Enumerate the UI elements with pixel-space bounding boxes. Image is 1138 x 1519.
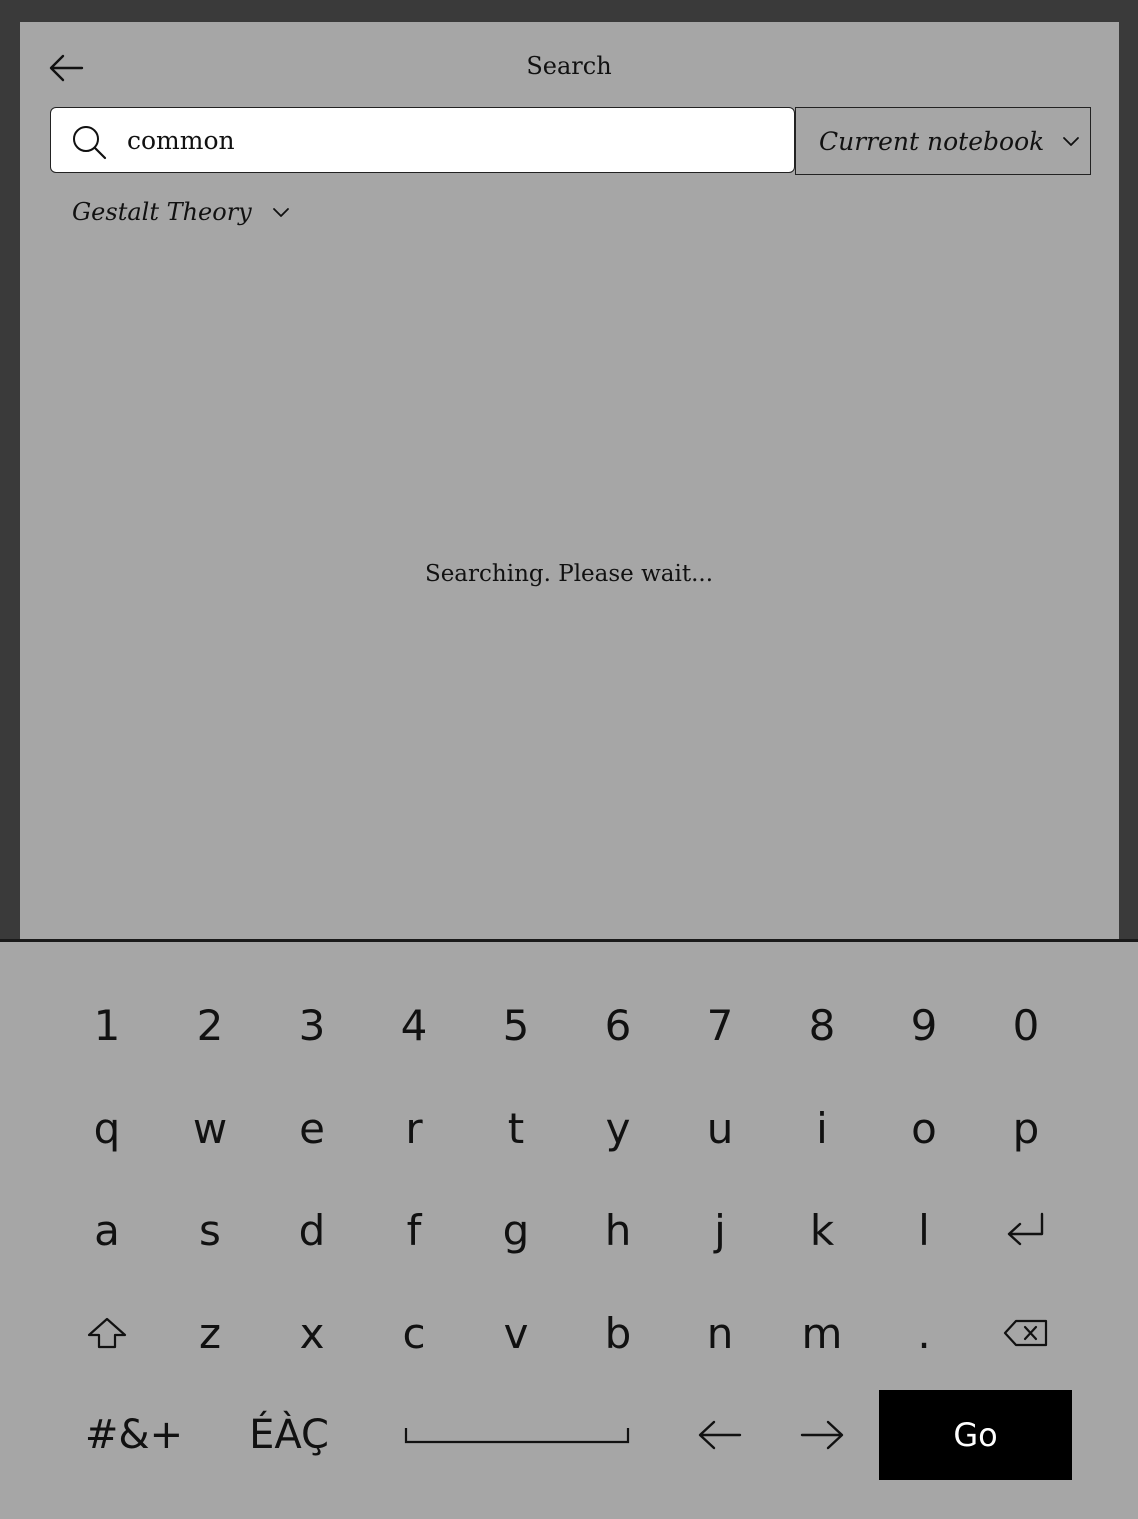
cursor-left-key[interactable] (680, 1395, 760, 1475)
key-z[interactable]: z (170, 1293, 250, 1373)
page-title: Search (526, 52, 612, 80)
key-w[interactable]: w (170, 1088, 250, 1168)
cursor-left-icon (698, 1420, 742, 1450)
accents-key[interactable]: ÉÀÇ (236, 1395, 342, 1475)
search-scope-dropdown[interactable]: Current notebook (795, 107, 1091, 175)
key-p[interactable]: p (986, 1088, 1066, 1168)
key-q[interactable]: q (67, 1088, 147, 1168)
backspace-key[interactable] (986, 1293, 1066, 1373)
key-e[interactable]: e (272, 1088, 352, 1168)
key-k[interactable]: k (782, 1190, 862, 1270)
search-status-message: Searching. Please wait... (424, 561, 714, 587)
notebook-filter-dropdown[interactable]: Gestalt Theory (72, 198, 292, 226)
key-v[interactable]: v (476, 1293, 556, 1373)
device-screen: Search Current notebook Gestalt Theory S… (0, 0, 1138, 1519)
key-a[interactable]: a (67, 1190, 147, 1270)
cursor-right-key[interactable] (782, 1395, 862, 1475)
key-s[interactable]: s (170, 1190, 250, 1270)
shift-key[interactable] (67, 1293, 147, 1373)
key-6[interactable]: 6 (578, 985, 658, 1065)
frame-border-top (0, 0, 1138, 22)
backspace-icon (1003, 1319, 1048, 1347)
key-0[interactable]: 0 (986, 985, 1066, 1065)
key-y[interactable]: y (578, 1088, 658, 1168)
key-8[interactable]: 8 (782, 985, 862, 1065)
key-4[interactable]: 4 (374, 985, 454, 1065)
search-input[interactable] (127, 120, 767, 160)
key-1[interactable]: 1 (67, 985, 147, 1065)
key-period[interactable]: . (884, 1293, 964, 1373)
key-j[interactable]: j (680, 1190, 760, 1270)
key-l[interactable]: l (884, 1190, 964, 1270)
key-2[interactable]: 2 (170, 985, 250, 1065)
key-u[interactable]: u (680, 1088, 760, 1168)
key-b[interactable]: b (578, 1293, 658, 1373)
key-h[interactable]: h (578, 1190, 658, 1270)
frame-border-right (1119, 0, 1138, 942)
symbols-key[interactable]: #&+ (84, 1395, 184, 1475)
key-3[interactable]: 3 (272, 985, 352, 1065)
chevron-down-icon (272, 208, 289, 217)
space-key[interactable] (400, 1395, 634, 1475)
key-c[interactable]: c (374, 1293, 454, 1373)
key-t[interactable]: t (476, 1088, 556, 1168)
search-field[interactable] (50, 107, 795, 173)
key-r[interactable]: r (374, 1088, 454, 1168)
search-icon (73, 126, 107, 160)
key-o[interactable]: o (884, 1088, 964, 1168)
enter-key[interactable] (986, 1190, 1066, 1270)
frame-border-left (0, 0, 20, 942)
shift-icon (87, 1317, 127, 1349)
chevron-down-icon (1063, 137, 1080, 146)
key-g[interactable]: g (476, 1190, 556, 1270)
search-scope-label: Current notebook (819, 126, 1045, 156)
key-7[interactable]: 7 (680, 985, 760, 1065)
key-5[interactable]: 5 (476, 985, 556, 1065)
notebook-filter-label: Gestalt Theory (72, 198, 252, 226)
cursor-right-icon (800, 1420, 844, 1450)
on-screen-keyboard: 1 2 3 4 5 6 7 8 9 0 q w e r t y u i o p … (0, 942, 1138, 1519)
key-m[interactable]: m (782, 1293, 862, 1373)
key-f[interactable]: f (374, 1190, 454, 1270)
key-x[interactable]: x (272, 1293, 352, 1373)
go-button[interactable]: Go (879, 1390, 1072, 1480)
key-d[interactable]: d (272, 1190, 352, 1270)
key-9[interactable]: 9 (884, 985, 964, 1065)
key-n[interactable]: n (680, 1293, 760, 1373)
key-i[interactable]: i (782, 1088, 862, 1168)
space-icon (404, 1428, 630, 1444)
enter-icon (1007, 1212, 1044, 1246)
